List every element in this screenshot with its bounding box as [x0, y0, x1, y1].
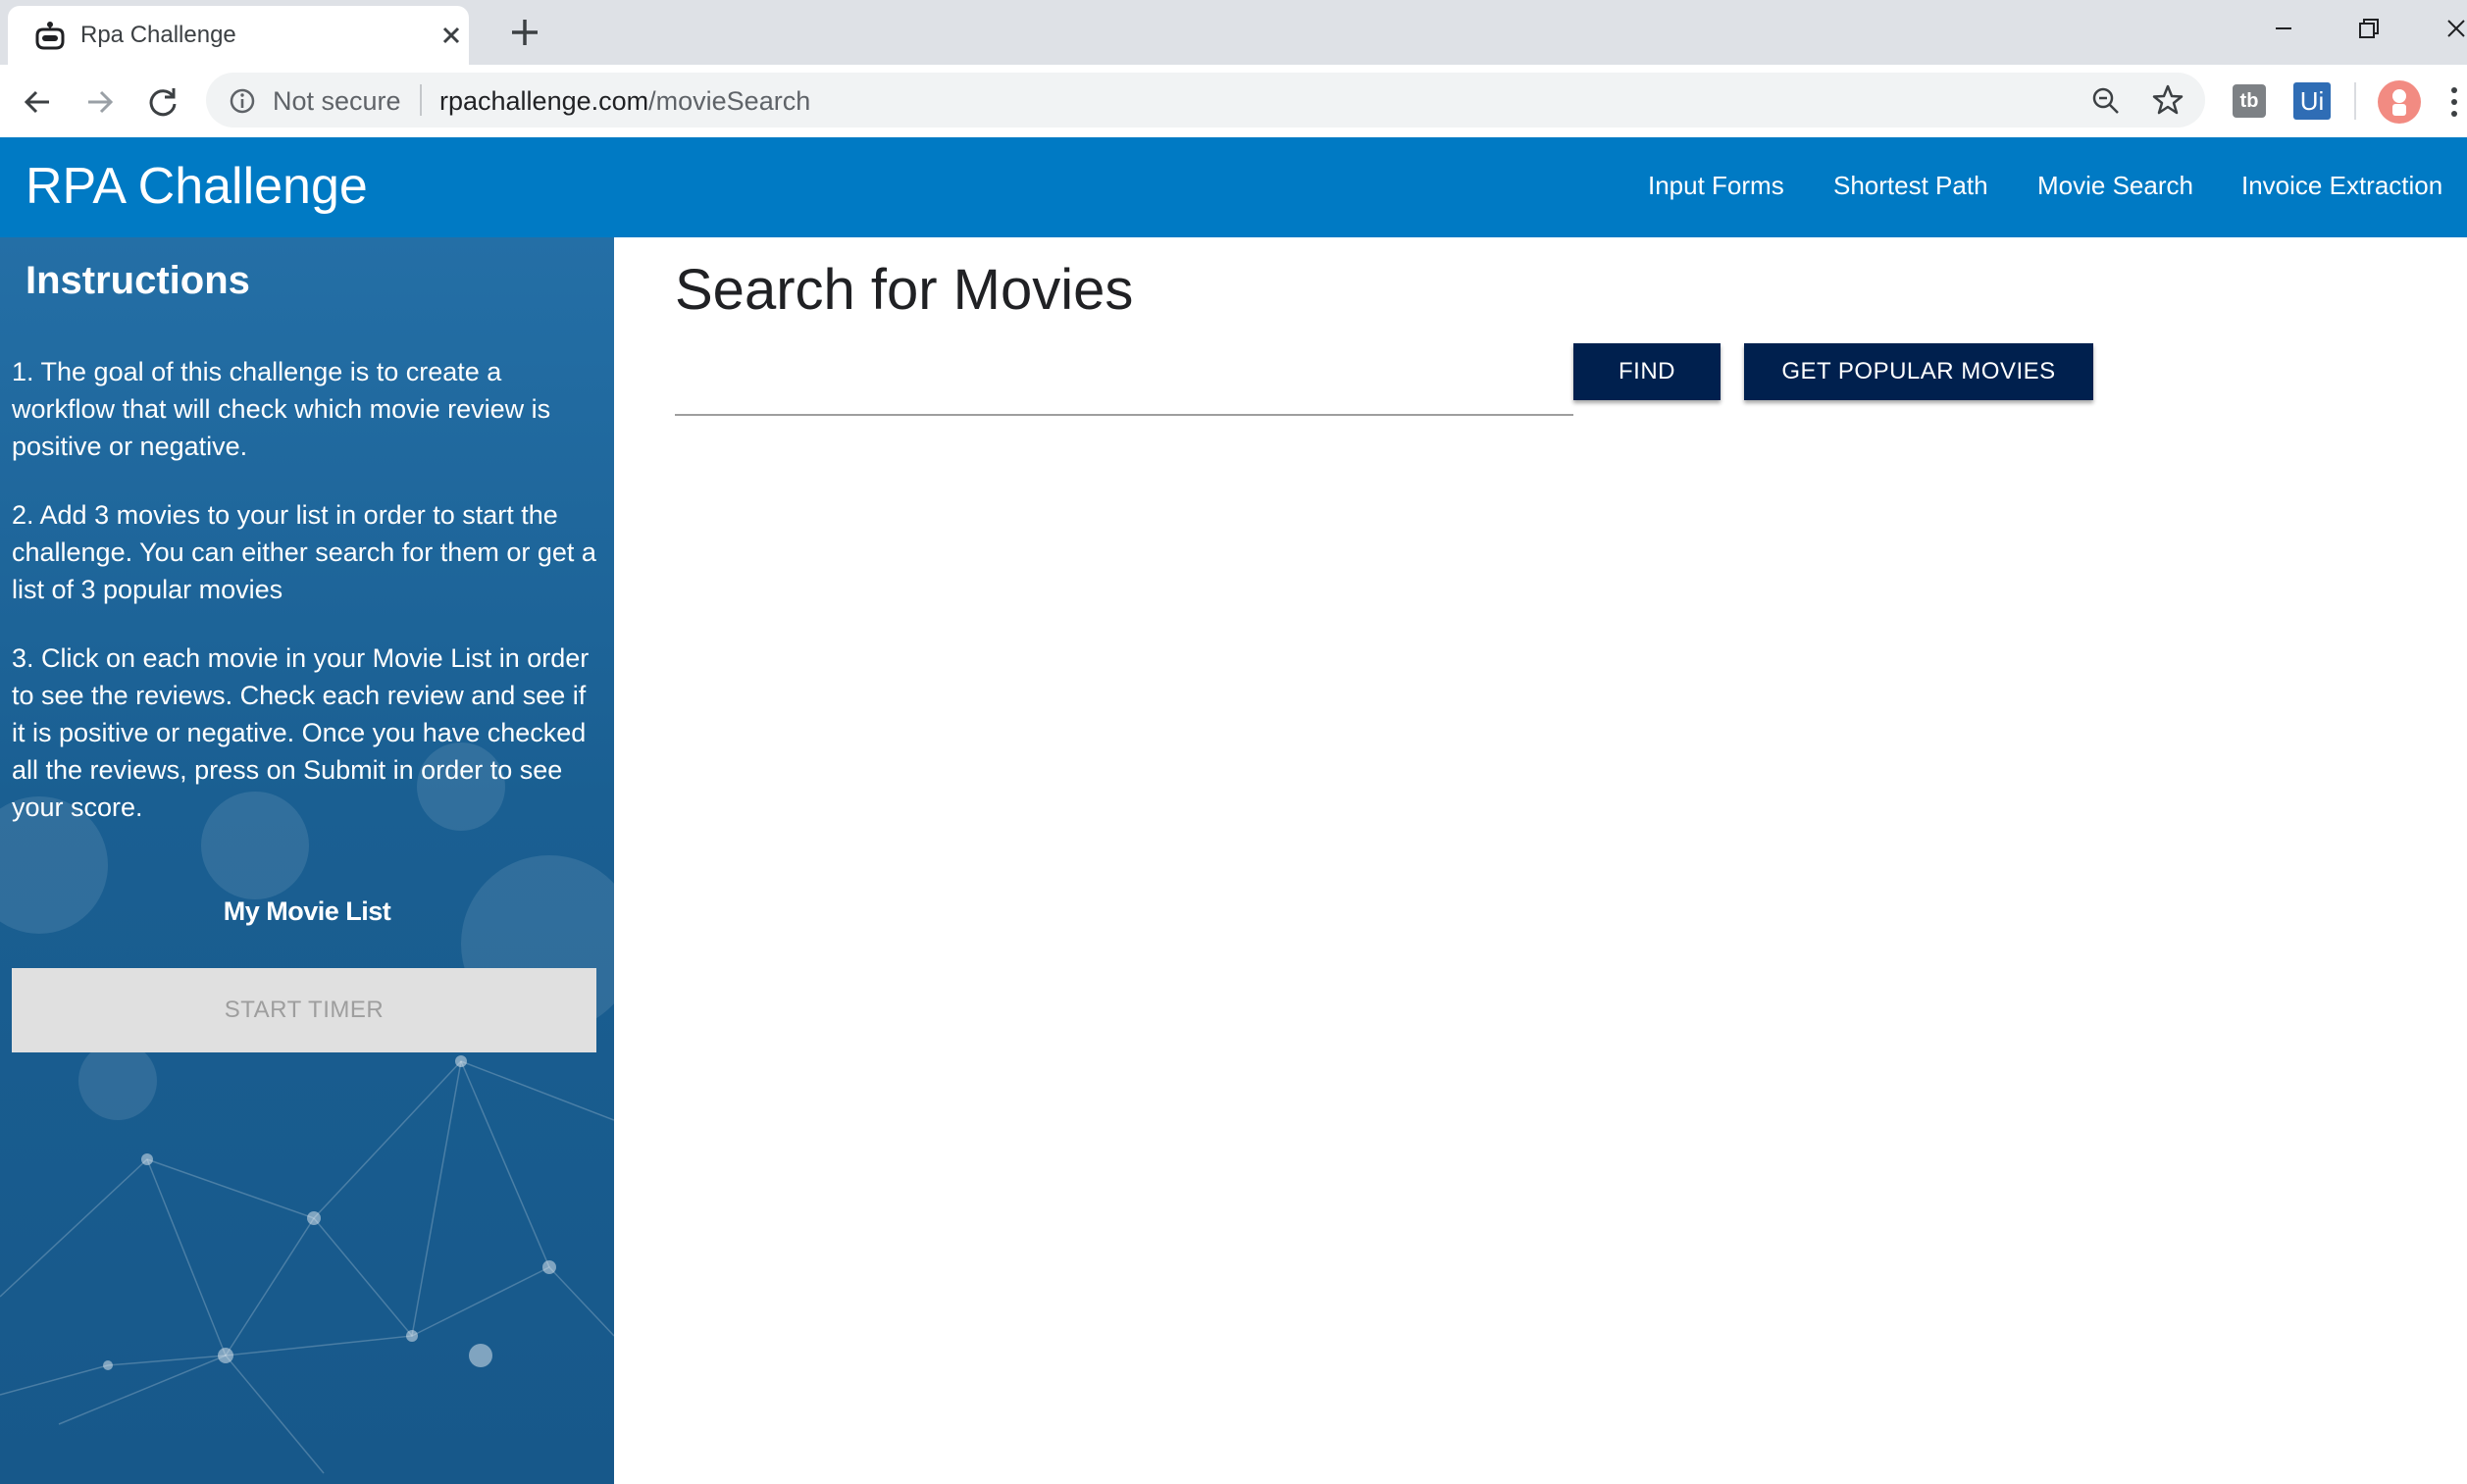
- nav-shortest-path[interactable]: Shortest Path: [1833, 171, 1988, 201]
- forward-arrow-icon[interactable]: [80, 82, 120, 122]
- movie-list-title: My Movie List: [223, 896, 391, 926]
- page-title: Search for Movies: [675, 258, 1134, 322]
- movie-search-input[interactable]: [675, 343, 1573, 416]
- nav-input-forms[interactable]: Input Forms: [1648, 171, 1784, 201]
- extension-tb-icon[interactable]: tb: [2233, 84, 2266, 118]
- restore-window-icon[interactable]: [2352, 12, 2388, 45]
- url-host: rpachallenge.com: [439, 86, 649, 116]
- browser-menu-icon[interactable]: [2448, 84, 2460, 120]
- address-bar[interactable]: Not secure rpachallenge.com/movieSearch: [206, 73, 2205, 128]
- browser-tab[interactable]: Rpa Challenge: [8, 6, 469, 65]
- toolbar-divider: [2354, 82, 2356, 120]
- browser-tab-strip: Rpa Challenge: [0, 0, 2467, 65]
- security-label: Not secure: [273, 86, 401, 116]
- nav-movie-search[interactable]: Movie Search: [2037, 171, 2193, 201]
- url-path: /movieSearch: [648, 86, 811, 116]
- url-text[interactable]: rpachallenge.com/movieSearch: [439, 86, 810, 117]
- back-arrow-icon[interactable]: [18, 82, 57, 122]
- instructions-title: Instructions: [26, 259, 250, 302]
- find-button[interactable]: FIND: [1573, 343, 1721, 400]
- instruction-step-2: 2. Add 3 movies to your list in order to…: [12, 500, 596, 604]
- new-tab-icon[interactable]: [506, 14, 543, 51]
- nav-invoice-extraction[interactable]: Invoice Extraction: [2241, 171, 2442, 201]
- instruction-step-3: 3. Click on each movie in your Movie Lis…: [12, 643, 590, 822]
- instruction-step-1: 1. The goal of this challenge is to crea…: [12, 357, 551, 461]
- profile-avatar-icon: [2392, 89, 2406, 116]
- zoom-out-icon[interactable]: [2089, 84, 2123, 118]
- site-header: RPA Challenge Input Forms Shortest Path …: [0, 137, 2467, 237]
- info-icon[interactable]: [228, 86, 257, 116]
- omnibox-divider: [420, 84, 422, 116]
- tab-title: Rpa Challenge: [80, 22, 236, 48]
- reload-icon[interactable]: [143, 82, 182, 122]
- site-brand[interactable]: RPA Challenge: [26, 157, 368, 216]
- close-tab-icon[interactable]: [436, 20, 467, 51]
- extension-uipath-icon[interactable]: Ui: [2293, 82, 2331, 120]
- profile-avatar[interactable]: [2378, 80, 2421, 124]
- instructions-sidebar: Instructions 1. The goal of this challen…: [0, 237, 614, 1484]
- browser-toolbar: Not secure rpachallenge.com/movieSearch …: [0, 65, 2467, 138]
- close-window-icon[interactable]: [2441, 12, 2467, 45]
- get-popular-movies-button[interactable]: GET POPULAR MOVIES: [1744, 343, 2093, 400]
- bookmark-star-icon[interactable]: [2150, 82, 2185, 118]
- robot-favicon-icon: [35, 22, 65, 50]
- start-timer-button[interactable]: START TIMER: [12, 968, 596, 1052]
- minimize-icon[interactable]: [2264, 14, 2303, 43]
